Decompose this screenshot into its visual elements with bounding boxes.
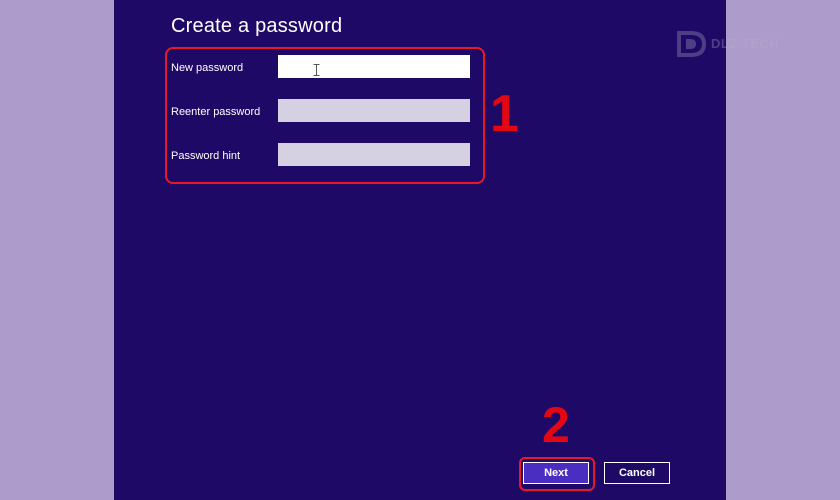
next-button[interactable]: Next [523, 462, 589, 484]
step-1-marker: 1 [490, 85, 519, 143]
step-2-marker: 2 [542, 397, 570, 453]
watermark-text: DLZ TECH [711, 36, 780, 51]
create-password-dialog: Create a password New password Reenter p… [114, 0, 726, 500]
dlz-tech-logo-icon [677, 31, 707, 57]
fields-highlight-box [165, 47, 485, 184]
page-title: Create a password [171, 15, 343, 37]
watermark: DLZ TECH [674, 28, 796, 60]
cancel-button[interactable]: Cancel [604, 462, 670, 484]
